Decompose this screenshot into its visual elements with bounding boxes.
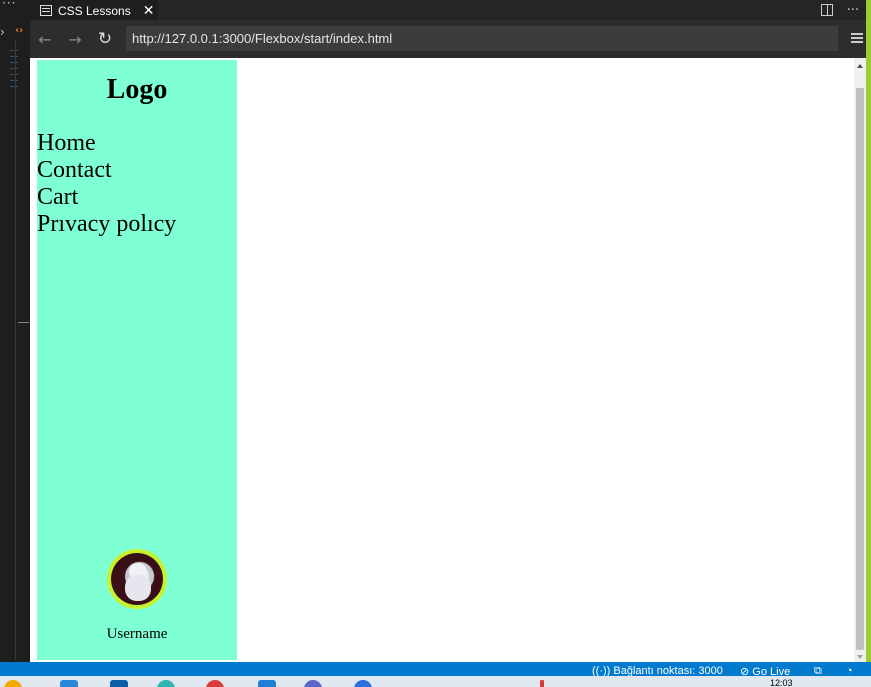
avatar [107, 549, 167, 609]
taskbar-app-icon[interactable] [354, 680, 372, 687]
cat-avatar-image [111, 553, 163, 605]
more-actions-icon[interactable]: ··· [2, 0, 16, 10]
taskbar-vscode-icon[interactable] [258, 680, 276, 687]
taskbar-indicator [540, 680, 544, 687]
reload-button[interactable]: ↻ [90, 29, 120, 49]
status-bar: ((·)) Bağlantı noktası: 3000 ⊘ Go Live ⧉… [0, 662, 871, 676]
username: Username [106, 626, 168, 642]
tab-title: CSS Lessons [58, 3, 131, 18]
window-edge [866, 0, 871, 662]
taskbar-app-icon[interactable] [157, 680, 175, 687]
editor-side-strip: ··· › ‹› [0, 0, 30, 662]
taskbar-app-icon[interactable] [304, 680, 322, 687]
code-file-icon: ‹› [15, 25, 24, 36]
close-tab-icon[interactable]: ✕ [143, 2, 155, 19]
scroll-up-icon[interactable] [857, 64, 863, 68]
notifications-icon[interactable]: ◔ [846, 665, 853, 676]
taskbar-app-icon[interactable] [206, 680, 224, 687]
more-icon[interactable]: ··· [847, 3, 859, 18]
nav-link-privacy-policy[interactable]: Prıvacy polıcy [37, 211, 176, 238]
go-live-button[interactable]: ⊘ Go Live [740, 665, 790, 676]
port-status[interactable]: ((·)) Bağlantı noktası: 3000 [592, 665, 723, 676]
taskbar: 12:03 [0, 676, 871, 687]
scrollbar[interactable] [854, 58, 866, 662]
address-bar[interactable]: http://127.0.0.1:3000/Flexbox/start/inde… [126, 26, 838, 51]
forward-button[interactable]: → [60, 30, 90, 49]
page-viewport: Logo Home Contact Cart Prıvacy polıcy Us… [30, 58, 866, 662]
minimap [10, 45, 18, 125]
tab-css-lessons[interactable]: CSS Lessons ✕ [30, 0, 158, 20]
chevron-right-icon[interactable]: › [0, 25, 5, 39]
sidebar: Logo Home Contact Cart Prıvacy polıcy Us… [37, 60, 237, 660]
back-button[interactable]: ← [30, 30, 60, 49]
scroll-down-icon[interactable] [857, 655, 863, 659]
taskbar-app-icon[interactable] [60, 680, 78, 687]
nav-link-home[interactable]: Home [37, 130, 176, 157]
tab-actions: ··· [820, 0, 859, 20]
tab-bar: CSS Lessons ✕ ··· [30, 0, 871, 20]
nav-link-cart[interactable]: Cart [37, 184, 176, 211]
nav-link-contact[interactable]: Contact [37, 157, 176, 184]
sidebar-nav: Home Contact Cart Prıvacy polıcy [37, 130, 176, 238]
taskbar-app-icon[interactable] [110, 680, 128, 687]
editor-divider [15, 40, 16, 660]
hamburger-menu-icon[interactable] [851, 33, 863, 43]
logo: Logo [106, 74, 168, 105]
scroll-thumb[interactable] [856, 88, 864, 650]
browser-navigation-bar: ← → ↻ http://127.0.0.1:3000/Flexbox/star… [30, 20, 871, 58]
preview-icon [40, 5, 52, 16]
feedback-icon[interactable]: ⧉ [814, 665, 822, 676]
clock: 12:03 [770, 678, 793, 687]
scroll-marker [18, 322, 29, 323]
taskbar-app-icon[interactable] [4, 680, 22, 687]
split-editor-icon[interactable] [820, 4, 833, 16]
